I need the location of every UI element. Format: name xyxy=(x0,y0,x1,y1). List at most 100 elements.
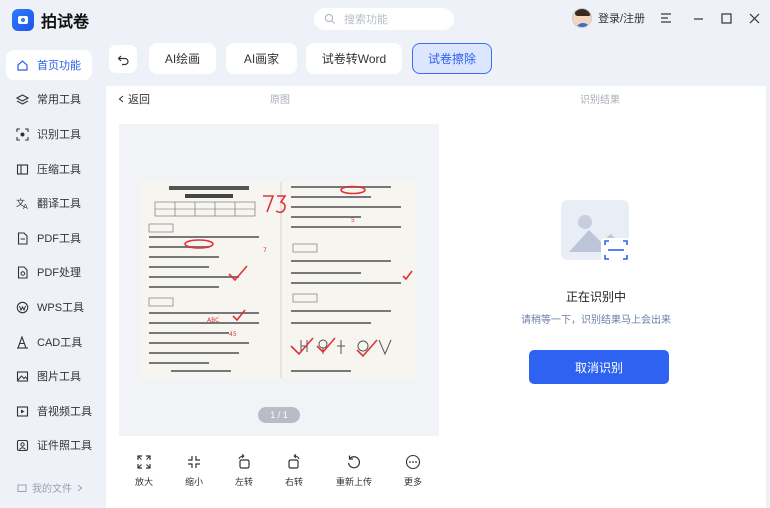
search-placeholder: 搜索功能 xyxy=(344,14,388,26)
tab-ai-painter[interactable]: AI画家 xyxy=(226,43,297,74)
avatar xyxy=(572,8,592,28)
sidebar-item-label: 图片工具 xyxy=(37,371,81,383)
app-name: 拍试卷 xyxy=(41,14,90,31)
sidebar-item-pdf-process[interactable]: PDF处理 xyxy=(6,257,92,287)
main-panel: 返回 原图 识别结果 45 ABC 5 7 1 / 1 放大 缩小 左转 右转 … xyxy=(106,86,766,508)
rotate-right-icon xyxy=(288,454,300,469)
undo-icon xyxy=(117,55,129,65)
translate-icon: 文A xyxy=(16,197,29,210)
sidebar-item-home[interactable]: 首页功能 xyxy=(6,50,92,80)
cad-icon xyxy=(16,335,29,349)
tool-label: 右转 xyxy=(284,477,303,487)
login-label: 登录/注册 xyxy=(598,13,646,25)
chevron-left-icon xyxy=(118,95,124,103)
layers-icon xyxy=(16,93,29,106)
sidebar-item-cad[interactable]: CAD工具 xyxy=(6,327,92,357)
zoom-in-button[interactable]: 放大 xyxy=(124,454,164,488)
search-input[interactable]: 搜索功能 xyxy=(314,8,454,30)
tool-label: 放大 xyxy=(134,477,153,487)
sidebar-item-label: CAD工具 xyxy=(37,337,83,349)
svg-text:7: 7 xyxy=(263,247,267,254)
page-indicator: 1 / 1 xyxy=(258,407,300,423)
sidebar-item-label: 识别工具 xyxy=(37,129,81,141)
sidebar-item-recognition[interactable]: 识别工具 xyxy=(6,119,92,149)
reupload-button[interactable]: 重新上传 xyxy=(334,454,374,488)
sidebar-item-pdf-tools[interactable]: PDF工具 xyxy=(6,223,92,253)
back-label: 返回 xyxy=(128,94,150,106)
tab-paper-erase[interactable]: 试卷擦除 xyxy=(412,43,492,74)
rotate-left-button[interactable]: 左转 xyxy=(224,454,264,488)
original-image-label: 原图 xyxy=(270,95,290,106)
tool-label: 重新上传 xyxy=(335,477,372,487)
sidebar-item-label: 首页功能 xyxy=(37,60,81,72)
sidebar-item-label: 翻译工具 xyxy=(37,198,81,210)
folder-icon xyxy=(17,484,27,492)
sidebar-item-label: 常用工具 xyxy=(37,94,81,106)
tool-label: 更多 xyxy=(403,477,422,487)
sidebar-item-audio-video[interactable]: 音视频工具 xyxy=(6,396,92,426)
sidebar-item-common-tools[interactable]: 常用工具 xyxy=(6,84,92,114)
video-icon xyxy=(16,405,29,418)
back-link[interactable]: 返回 xyxy=(118,91,150,107)
my-files-link[interactable]: 我的文件 xyxy=(17,480,83,495)
title-bar: 拍试卷 搜索功能 登录/注册 xyxy=(0,0,770,38)
reupload-icon xyxy=(347,455,361,469)
sidebar: 首页功能 常用工具 识别工具 压缩工具 文A 翻译工具 PDF工具 PDF处理 … xyxy=(0,38,100,508)
zoom-in-icon xyxy=(137,455,151,469)
recognizing-illustration xyxy=(561,200,633,267)
zoom-out-icon xyxy=(188,456,200,468)
sidebar-item-compress[interactable]: 压缩工具 xyxy=(6,154,92,184)
status-title: 正在识别中 xyxy=(565,290,626,304)
svg-text:45: 45 xyxy=(229,331,237,338)
svg-text:A: A xyxy=(23,203,28,210)
cancel-label: 取消识别 xyxy=(574,360,623,375)
menu-icon[interactable] xyxy=(656,8,676,28)
sidebar-item-id-photo[interactable]: 证件照工具 xyxy=(6,430,92,460)
zoom-out-button[interactable]: 缩小 xyxy=(174,454,214,488)
sidebar-item-label: 音视频工具 xyxy=(37,406,92,418)
tab-label: 试卷转Word xyxy=(321,52,387,66)
more-button[interactable]: 更多 xyxy=(393,454,433,488)
image-icon xyxy=(16,370,29,383)
more-icon xyxy=(405,454,421,470)
user-login[interactable]: 登录/注册 xyxy=(572,8,645,28)
tab-ai-painting[interactable]: AI绘画 xyxy=(149,43,216,74)
sidebar-item-label: WPS工具 xyxy=(37,302,85,314)
cancel-recognition-button[interactable]: 取消识别 xyxy=(529,350,669,384)
tab-label: AI画家 xyxy=(243,52,280,66)
my-files-label: 我的文件 xyxy=(32,484,72,495)
original-image-viewer[interactable]: 45 ABC 5 7 1 / 1 xyxy=(119,124,439,436)
maximize-icon[interactable] xyxy=(716,8,736,28)
home-icon xyxy=(16,59,29,72)
exam-paper-image: 45 ABC 5 7 xyxy=(141,182,417,378)
svg-text:ABC: ABC xyxy=(207,317,219,324)
search-icon xyxy=(324,13,336,25)
sidebar-item-label: PDF工具 xyxy=(37,233,81,245)
tab-paper-to-word[interactable]: 试卷转Word xyxy=(306,43,402,74)
wps-icon xyxy=(16,301,29,314)
svg-text:5: 5 xyxy=(351,217,355,224)
app-logo: 拍试卷 xyxy=(12,8,89,32)
tool-label: 左转 xyxy=(234,477,253,487)
tool-label: 缩小 xyxy=(184,477,203,487)
id-photo-icon xyxy=(16,439,29,452)
chevron-right-icon xyxy=(77,484,83,491)
result-label: 识别结果 xyxy=(580,95,620,106)
tab-label: AI绘画 xyxy=(164,52,201,66)
tab-label: 试卷擦除 xyxy=(427,52,476,66)
rotate-right-button[interactable]: 右转 xyxy=(274,454,314,488)
pdf-icon xyxy=(16,231,29,245)
scan-icon xyxy=(16,127,29,141)
minimize-icon[interactable] xyxy=(688,8,708,28)
sidebar-item-wps[interactable]: WPS工具 xyxy=(6,292,92,322)
close-icon[interactable] xyxy=(744,8,764,28)
sidebar-item-label: 压缩工具 xyxy=(37,164,81,176)
compress-icon xyxy=(16,163,29,176)
sidebar-item-label: PDF处理 xyxy=(37,267,81,279)
sidebar-item-translate[interactable]: 文A 翻译工具 xyxy=(6,188,92,218)
rotate-left-icon xyxy=(238,454,250,469)
sidebar-item-image[interactable]: 图片工具 xyxy=(6,361,92,391)
status-subtitle: 请稍等一下，识别结果马上会出来 xyxy=(521,315,671,326)
app-logo-icon xyxy=(12,9,34,31)
undo-button[interactable] xyxy=(109,45,137,73)
